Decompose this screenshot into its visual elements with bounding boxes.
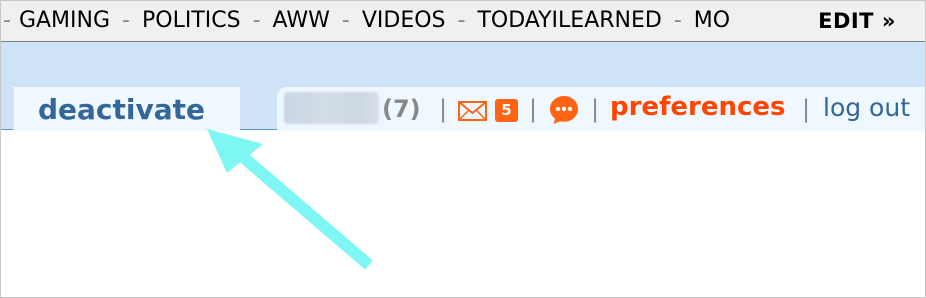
subreddit-link-gaming[interactable]: GAMING [19, 8, 110, 33]
separator: - [122, 8, 130, 33]
chat-icon[interactable] [548, 94, 580, 126]
subreddit-bar: - GAMING - POLITICS - AWW - VIDEOS - TODAYILEARNE… [1, 1, 925, 42]
preferences-link[interactable]: preferences [610, 92, 786, 122]
subreddit-link-aww[interactable]: AWW [273, 8, 330, 33]
subreddit-link-more[interactable]: MO [694, 8, 730, 33]
karma-count: (7) [382, 95, 421, 123]
edit-container: EDIT » [789, 1, 925, 41]
tab-deactivate-label[interactable]: deactivate [38, 93, 205, 126]
subreddit-link-todayilearned[interactable]: TODAYILEARNED [477, 8, 661, 33]
separator: - [457, 8, 466, 33]
subreddit-link-videos[interactable]: VIDEOS [362, 8, 446, 33]
separator: | [802, 95, 811, 123]
subreddit-links: - GAMING - POLITICS - AWW - VIDEOS - TODAYILEARNE… [3, 8, 789, 33]
separator: - [252, 8, 261, 33]
separator: | [439, 95, 448, 123]
mail-count-badge[interactable]: 5 [495, 99, 518, 122]
username-redacted[interactable] [284, 92, 379, 124]
separator: | [529, 95, 538, 123]
subreddit-link-politics[interactable]: POLITICS [142, 8, 241, 33]
logout-link[interactable]: log out [823, 93, 910, 122]
screenshot-frame: - GAMING - POLITICS - AWW - VIDEOS - TODAYILEARNE… [0, 0, 926, 298]
separator: | [591, 95, 600, 123]
separator: - [341, 8, 350, 33]
separator: - [673, 8, 682, 33]
edit-button[interactable]: EDIT » [818, 9, 896, 33]
mail-icon[interactable] [458, 101, 487, 121]
separator: - [3, 8, 11, 33]
